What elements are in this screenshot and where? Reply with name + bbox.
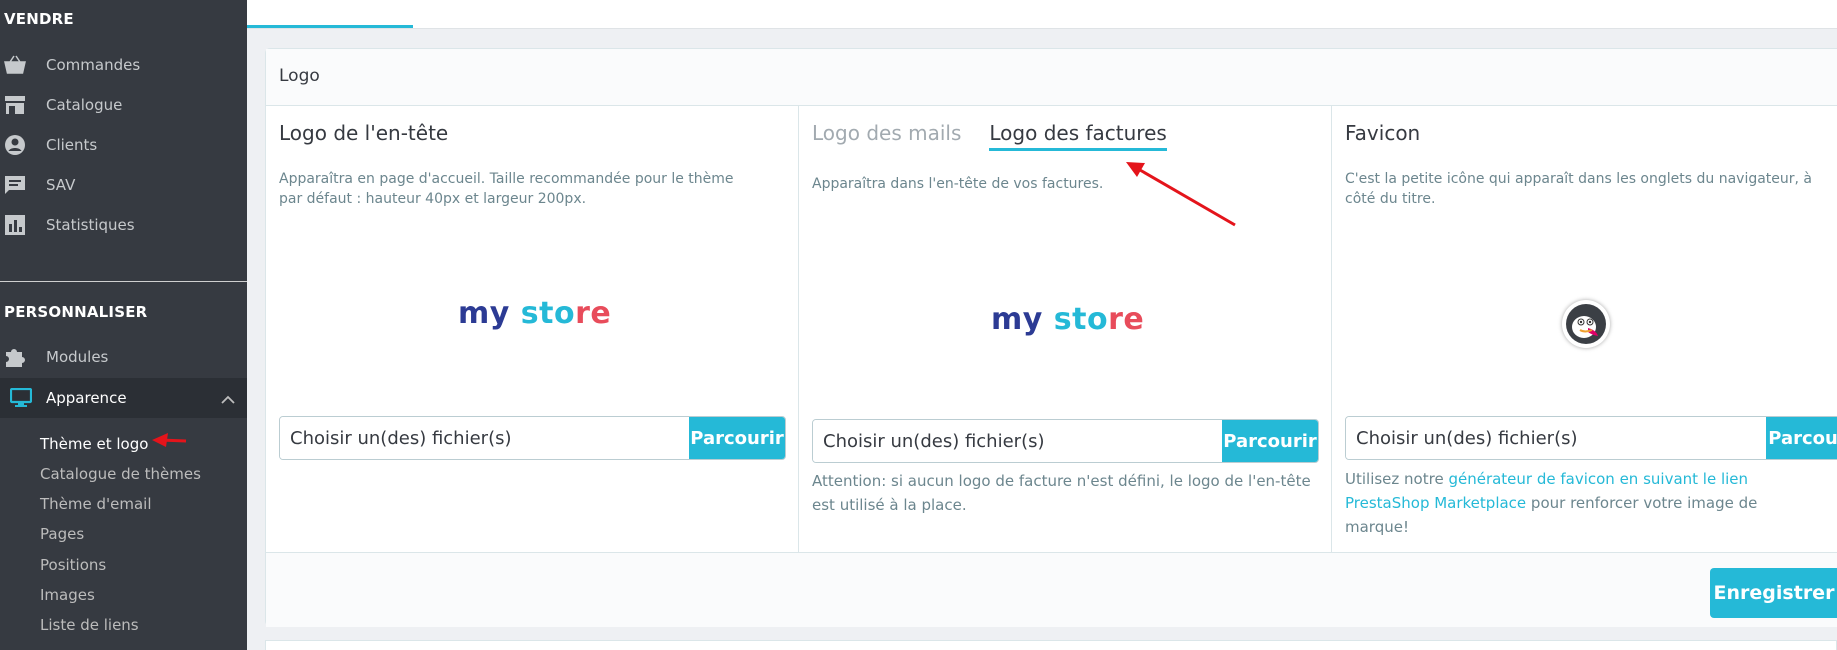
browse-button[interactable]: Parcourir	[689, 417, 785, 459]
favicon-column: Favicon C'est la petite icône qui appara…	[1332, 106, 1837, 552]
tab-invoice-logo[interactable]: Logo des factures	[989, 121, 1167, 151]
sidebar-item-label: Apparence	[46, 389, 127, 407]
favicon-description: C'est la petite icône qui apparaît dans …	[1345, 171, 1813, 207]
logo-tabs: Logo des mails Logo des factures	[812, 121, 1167, 151]
sidebar-section-sell: VENDRE	[4, 10, 74, 28]
sidebar: VENDRE Commandes Catalogue Clients SAV S…	[0, 0, 247, 650]
sidebar-subitem-theme-logo[interactable]: Thème et logo	[40, 435, 148, 453]
sidebar-item-label: SAV	[46, 176, 76, 194]
invoice-logo-description: Apparaîtra dans l'en-tête de vos facture…	[812, 176, 1104, 192]
sidebar-item-label: Statistiques	[46, 216, 135, 234]
sidebar-item-label: Commandes	[46, 56, 141, 74]
invoice-logo-file-input[interactable]: Choisir un(des) fichier(s) Parcourir	[812, 419, 1319, 463]
favicon-file-input[interactable]: Choisir un(des) fichier(s) Parcourir	[1345, 416, 1837, 460]
sidebar-subitem-positions[interactable]: Positions	[40, 556, 106, 574]
monitor-icon	[10, 388, 32, 408]
sidebar-item-orders[interactable]: Commandes	[0, 45, 247, 85]
header-logo-column: Logo de l'en-tête Apparaîtra en page d'a…	[266, 106, 799, 552]
card-title: Logo	[279, 66, 320, 86]
sidebar-item-sav[interactable]: SAV	[0, 165, 247, 205]
browse-button[interactable]: Parcourir	[1766, 417, 1837, 459]
chevron-up-icon[interactable]	[221, 390, 235, 409]
active-tab-indicator	[247, 25, 413, 28]
sidebar-item-label: Clients	[46, 136, 98, 154]
header-logo-description: Apparaîtra en page d'accueil. Taille rec…	[279, 171, 734, 207]
invoice-logo-preview: my store	[991, 302, 1145, 337]
mail-invoice-logo-column: Logo des mails Logo des factures Apparaî…	[799, 106, 1332, 552]
store-icon	[4, 94, 26, 116]
top-tab-strip	[247, 0, 1837, 29]
sidebar-item-label: Modules	[46, 348, 109, 366]
sidebar-item-modules[interactable]: Modules	[0, 337, 247, 377]
sidebar-subitem-images[interactable]: Images	[40, 586, 95, 604]
sidebar-subitem-pages[interactable]: Pages	[40, 525, 84, 543]
header-logo-preview: my store	[458, 296, 612, 331]
sidebar-item-catalog[interactable]: Catalogue	[0, 85, 247, 125]
chat-icon	[4, 174, 26, 196]
sidebar-section-customize: PERSONNALISER	[4, 303, 148, 321]
file-placeholder: Choisir un(des) fichier(s)	[280, 417, 689, 459]
user-circle-icon	[4, 134, 26, 156]
sidebar-subitem-theme-catalog[interactable]: Catalogue de thèmes	[40, 465, 201, 483]
logo-card: Logo Logo de l'en-tête Apparaîtra en pag…	[265, 48, 1837, 627]
basket-icon	[4, 54, 26, 76]
stats-icon	[4, 214, 26, 236]
tab-mail-logo[interactable]: Logo des mails	[812, 121, 961, 151]
header-logo-file-input[interactable]: Choisir un(des) fichier(s) Parcourir	[279, 416, 786, 460]
card-footer: Enregistrer	[266, 552, 1837, 627]
penguin-favicon-icon	[1562, 300, 1610, 348]
save-button[interactable]: Enregistrer	[1710, 568, 1837, 618]
next-card	[265, 640, 1837, 650]
sidebar-item-appearance[interactable]: Apparence	[0, 378, 247, 418]
header-logo-title: Logo de l'en-tête	[279, 121, 449, 145]
sidebar-divider	[0, 281, 247, 282]
file-placeholder: Choisir un(des) fichier(s)	[1346, 417, 1766, 459]
puzzle-icon	[4, 346, 26, 368]
sidebar-subitem-link-list[interactable]: Liste de liens	[40, 616, 139, 634]
sidebar-item-customers[interactable]: Clients	[0, 125, 247, 165]
invoice-logo-help: Attention: si aucun logo de facture n'es…	[812, 472, 1311, 514]
favicon-title: Favicon	[1345, 121, 1421, 145]
sidebar-item-label: Catalogue	[46, 96, 123, 114]
sidebar-subitem-email-theme[interactable]: Thème d'email	[40, 495, 152, 513]
browse-button[interactable]: Parcourir	[1222, 420, 1318, 462]
sidebar-item-stats[interactable]: Statistiques	[0, 205, 247, 245]
card-header: Logo	[266, 49, 1837, 106]
favicon-help: Utilisez notre générateur de favicon en …	[1345, 470, 1758, 536]
file-placeholder: Choisir un(des) fichier(s)	[813, 420, 1222, 462]
